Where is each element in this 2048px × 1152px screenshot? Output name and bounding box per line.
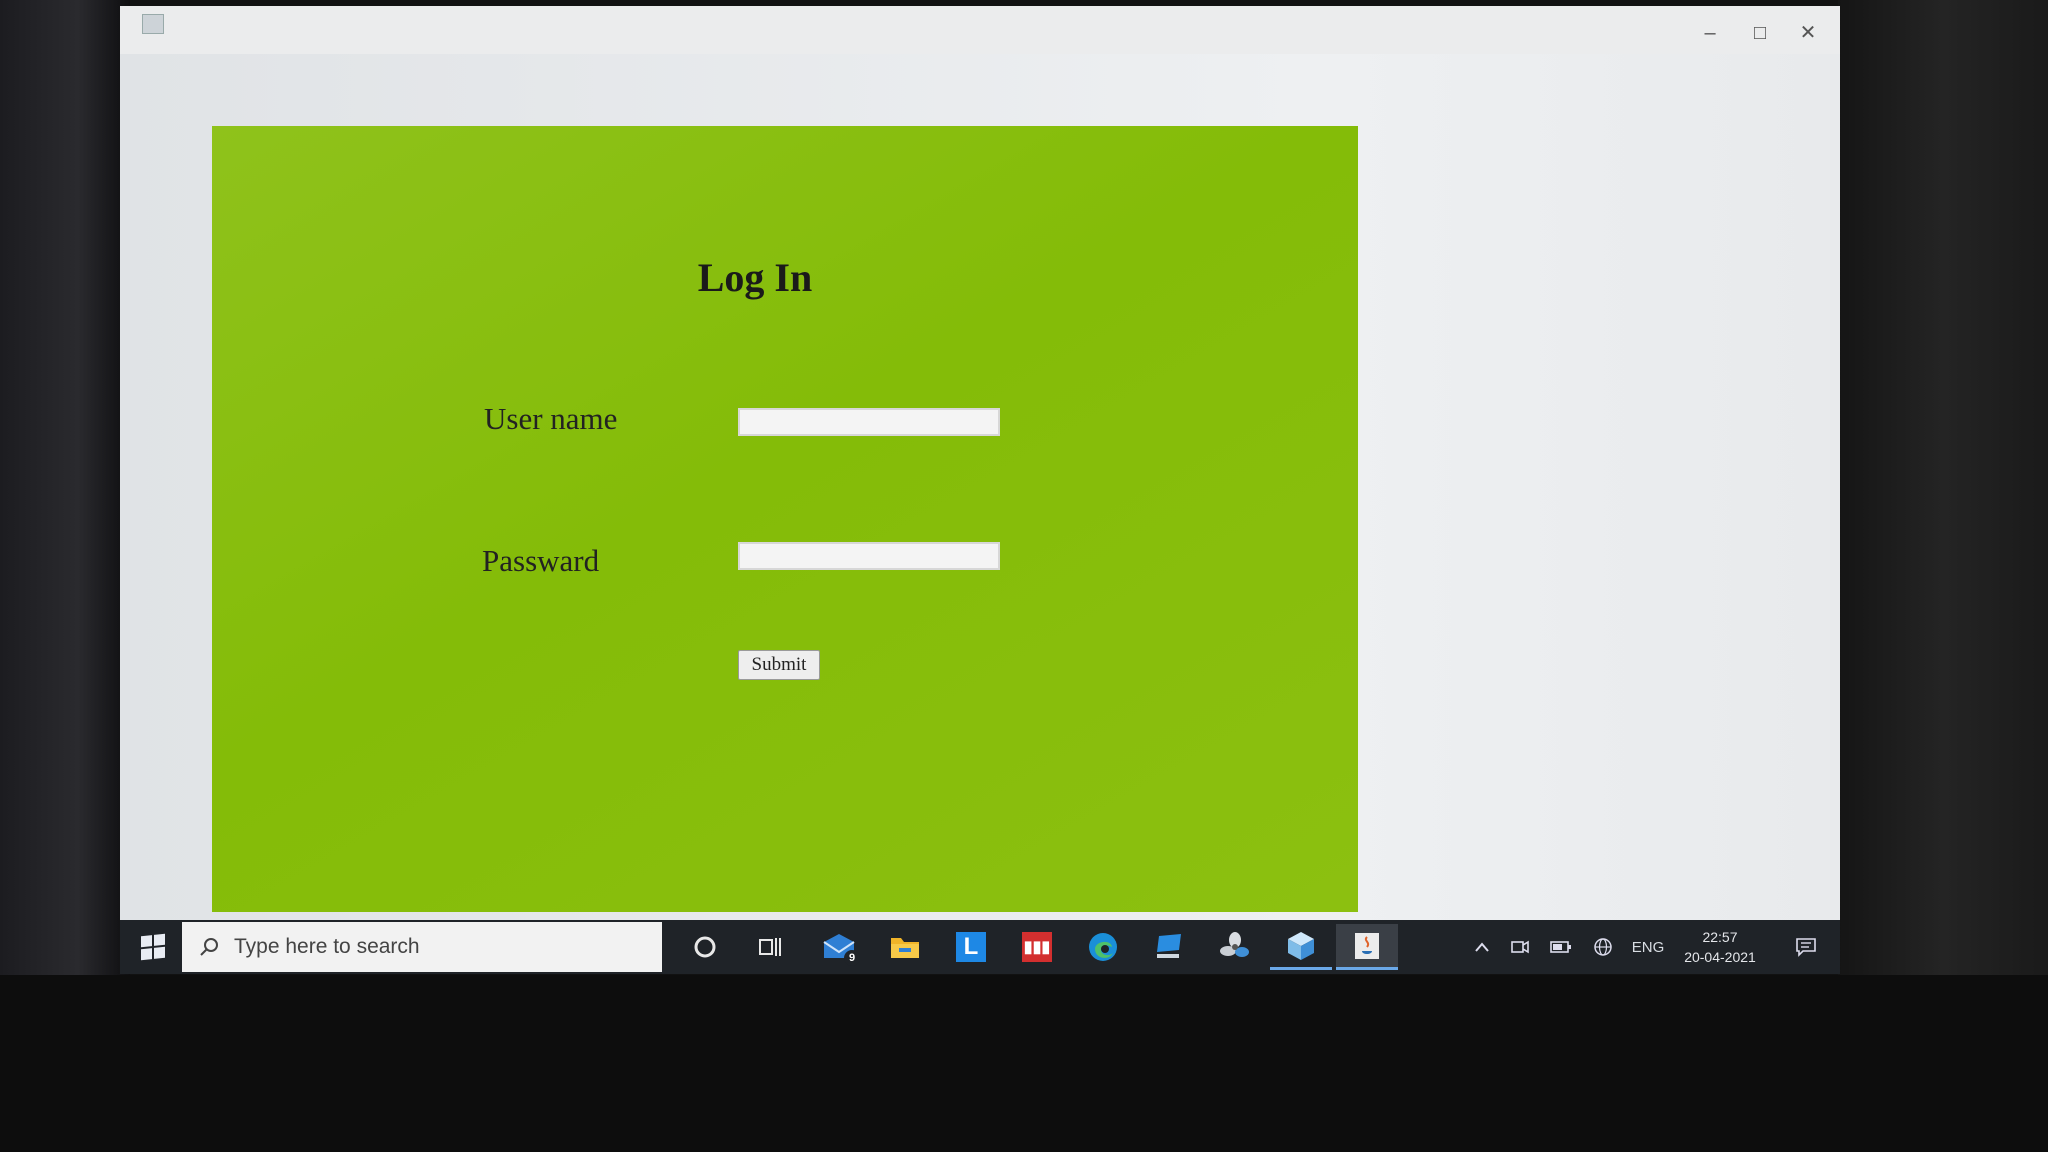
app-pc-button[interactable] — [1138, 924, 1200, 970]
app-fan-button[interactable] — [1204, 924, 1266, 970]
app-cube-button[interactable] — [1270, 924, 1332, 970]
globe-icon — [1594, 938, 1612, 956]
taskbar: Type here to search 9 L ▮▮▮ ENG 22:57 20… — [120, 920, 1840, 974]
chevron-up-icon — [1475, 942, 1489, 952]
monitor-bezel-bottom — [0, 975, 2048, 1152]
cortana-icon — [694, 936, 716, 958]
app-l-button[interactable]: L — [940, 924, 1002, 970]
close-button[interactable]: ✕ — [1788, 20, 1828, 46]
meet-now-button[interactable] — [1504, 920, 1536, 974]
java-app-icon — [142, 14, 164, 34]
clock[interactable]: 22:57 20-04-2021 — [1670, 920, 1770, 974]
screen: – □ ✕ Log In User name Passward Submit T… — [120, 6, 1840, 974]
app-pc-icon — [1157, 934, 1181, 958]
edge-button[interactable] — [1072, 924, 1134, 970]
username-input[interactable] — [738, 408, 1000, 436]
app-red-button[interactable]: ▮▮▮ — [1006, 924, 1068, 970]
maximize-button[interactable]: □ — [1740, 20, 1780, 46]
action-center-button[interactable] — [1786, 920, 1826, 974]
battery-button[interactable] — [1544, 920, 1578, 974]
cortana-button[interactable] — [674, 924, 736, 970]
file-explorer-icon — [891, 938, 919, 958]
mail-badge: 9 — [844, 950, 860, 966]
network-button[interactable] — [1586, 920, 1620, 974]
login-panel: Log In User name Passward Submit — [212, 126, 1358, 912]
app-l-icon: L — [956, 932, 986, 962]
submit-button[interactable]: Submit — [738, 650, 820, 680]
mail-button[interactable]: 9 — [808, 924, 870, 970]
show-hidden-icons-button[interactable] — [1466, 920, 1498, 974]
edge-icon — [1089, 933, 1117, 961]
taskbar-search-box[interactable]: Type here to search — [182, 922, 662, 972]
app-red-icon: ▮▮▮ — [1022, 932, 1052, 962]
language-indicator[interactable]: ENG — [1628, 920, 1668, 974]
notification-icon — [1796, 938, 1816, 957]
clock-date: 20-04-2021 — [1684, 949, 1756, 965]
login-heading: Log In — [697, 255, 813, 300]
windows-icon — [141, 933, 165, 961]
start-button[interactable] — [128, 920, 178, 974]
battery-icon — [1550, 941, 1571, 953]
search-placeholder: Type here to search — [234, 935, 420, 958]
password-label: Passward — [482, 543, 600, 578]
app-cube-icon — [1288, 931, 1314, 960]
task-view-icon — [759, 938, 781, 956]
clock-time: 22:57 — [1702, 929, 1738, 945]
search-icon — [200, 938, 218, 956]
minimize-button[interactable]: – — [1690, 20, 1730, 46]
java-button[interactable] — [1336, 924, 1398, 970]
window-titlebar: – □ ✕ — [120, 6, 1840, 55]
java-icon — [1355, 932, 1379, 959]
file-explorer-button[interactable] — [874, 924, 936, 970]
app-fan-icon — [1220, 932, 1249, 957]
password-input[interactable] — [738, 542, 1000, 570]
task-view-button[interactable] — [740, 924, 802, 970]
camera-icon — [1511, 940, 1529, 954]
window-content: Log In User name Passward Submit — [120, 54, 1840, 920]
username-label: User name — [484, 401, 618, 436]
